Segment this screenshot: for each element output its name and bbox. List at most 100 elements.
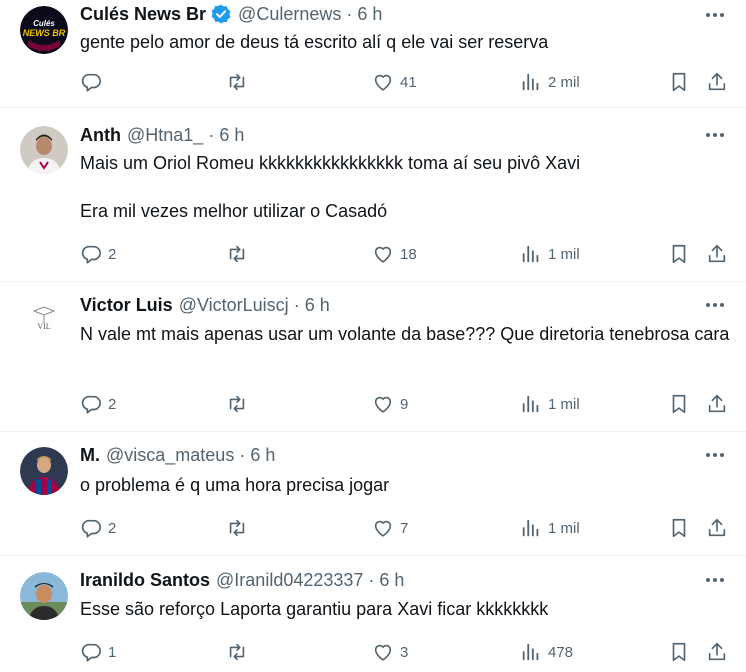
tweet[interactable]: Culés NEWS BR Culés News Br @Culernews ·… <box>0 0 746 108</box>
retweet-icon <box>229 245 245 263</box>
like-count: 41 <box>400 73 417 91</box>
like-count: 3 <box>400 643 409 661</box>
views-button[interactable]: 1 mil <box>520 243 580 265</box>
retweet-button[interactable] <box>226 641 254 663</box>
like-button[interactable]: 3 <box>372 641 408 663</box>
retweet-button[interactable] <box>226 243 254 265</box>
handle[interactable]: @Htna1_ <box>127 123 203 147</box>
like-count: 9 <box>400 395 409 413</box>
handle[interactable]: @VictorLuiscj <box>179 293 289 317</box>
separator-dot: · <box>293 295 300 315</box>
retweet-icon <box>229 395 245 413</box>
display-name[interactable]: Anth <box>80 123 121 147</box>
handle[interactable]: @Iranild04223337 <box>216 568 363 592</box>
retweet-icon <box>229 643 245 661</box>
views-button[interactable]: 2 mil <box>520 71 580 93</box>
like-button[interactable]: 18 <box>372 243 417 265</box>
views-chart-icon <box>522 245 539 263</box>
like-button[interactable]: 7 <box>372 517 408 539</box>
share-button[interactable] <box>706 243 728 265</box>
display-name[interactable]: M. <box>80 443 100 467</box>
timestamp[interactable]: 6 h <box>305 293 330 317</box>
timestamp[interactable]: 6 h <box>250 443 275 467</box>
share-icon <box>708 642 726 661</box>
display-name[interactable]: Culés News Br <box>80 2 206 26</box>
avatar[interactable] <box>20 126 68 174</box>
bookmark-button[interactable] <box>668 243 690 265</box>
timestamp[interactable]: 6 h <box>357 2 382 26</box>
reply-button[interactable]: 2 <box>80 393 116 415</box>
display-name[interactable]: Iranildo Santos <box>80 568 210 592</box>
tweet-paragraph: Mais um Oriol Romeu kkkkkkkkkkkkkkkk tom… <box>80 153 581 173</box>
like-button[interactable]: 41 <box>372 71 417 93</box>
tweet-text: Esse são reforço Laporta garantiu para X… <box>80 597 730 621</box>
more-options-icon[interactable] <box>704 4 726 26</box>
views-chart-icon <box>522 395 539 413</box>
tweet-header: Culés News Br @Culernews · 6 h <box>80 2 382 26</box>
share-button[interactable] <box>706 71 728 93</box>
more-options-icon[interactable] <box>704 444 726 466</box>
tweet-paragraph: gente pelo amor de deus tá escrito alí q… <box>80 32 549 52</box>
separator-dot: · <box>208 125 215 145</box>
timestamp[interactable]: 6 h <box>379 568 404 592</box>
timestamp[interactable]: 6 h <box>219 123 244 147</box>
reply-icon <box>81 519 101 538</box>
retweet-button[interactable] <box>226 393 254 415</box>
tweet-text: Mais um Oriol Romeu kkkkkkkkkkkkkkkk tom… <box>80 151 730 223</box>
reply-icon <box>81 245 101 264</box>
views-button[interactable]: 1 mil <box>520 517 580 539</box>
reply-button[interactable]: 1 <box>80 641 116 663</box>
tweet-paragraph: o problema é q uma hora precisa jogar <box>80 475 390 495</box>
avatar[interactable]: Culés NEWS BR <box>20 6 68 54</box>
like-count: 18 <box>400 245 417 263</box>
retweet-button[interactable] <box>226 517 254 539</box>
tweet-header: Victor Luis @VictorLuiscj · 6 h <box>80 293 330 317</box>
action-bar: 2 7 1 mil <box>80 516 728 540</box>
more-options-icon[interactable] <box>704 294 726 316</box>
tweet[interactable]: VIL Victor Luis @VictorLuiscj · 6 h N va… <box>0 282 746 432</box>
share-button[interactable] <box>706 641 728 663</box>
heart-icon <box>374 396 392 413</box>
bookmark-button[interactable] <box>668 71 690 93</box>
avatar[interactable]: VIL <box>20 297 68 345</box>
bookmark-button[interactable] <box>668 517 690 539</box>
view-count: 1 mil <box>548 245 580 263</box>
bookmark-icon <box>672 244 686 264</box>
reply-button[interactable]: 2 <box>80 243 116 265</box>
avatar[interactable] <box>20 447 68 495</box>
more-options-icon[interactable] <box>704 569 726 591</box>
tweet-paragraph: N vale mt mais apenas usar um volante da… <box>80 324 730 344</box>
heart-icon <box>374 74 392 91</box>
tweet[interactable]: Iranildo Santos @Iranild04223337 · 6 h E… <box>0 556 746 670</box>
tweet-paragraph: Era mil vezes melhor utilizar o Casadó <box>80 201 388 221</box>
action-bar: 41 2 mil <box>80 70 728 94</box>
views-button[interactable]: 1 mil <box>520 393 580 415</box>
reply-button[interactable] <box>80 71 108 93</box>
views-button[interactable]: 478 <box>520 641 573 663</box>
like-button[interactable]: 9 <box>372 393 408 415</box>
more-options-icon[interactable] <box>704 124 726 146</box>
share-icon <box>708 518 726 537</box>
share-button[interactable] <box>706 517 728 539</box>
share-icon <box>708 72 726 91</box>
tweet-text: gente pelo amor de deus tá escrito alí q… <box>80 30 730 54</box>
retweet-button[interactable] <box>226 71 254 93</box>
bookmark-button[interactable] <box>668 393 690 415</box>
tweet[interactable]: Anth @Htna1_ · 6 h Mais um Oriol Romeu k… <box>0 108 746 282</box>
avatar[interactable] <box>20 572 68 620</box>
svg-text:Culés: Culés <box>33 19 55 28</box>
handle[interactable]: @visca_mateus <box>106 443 234 467</box>
svg-text:NEWS BR: NEWS BR <box>23 28 66 38</box>
views-chart-icon <box>522 643 539 661</box>
reply-count: 2 <box>108 519 117 537</box>
svg-text:VIL: VIL <box>37 322 50 331</box>
bookmark-icon <box>672 642 686 662</box>
tweet[interactable]: M. @visca_mateus · 6 h o problema é q um… <box>0 432 746 556</box>
heart-icon <box>374 246 392 263</box>
reply-button[interactable]: 2 <box>80 517 116 539</box>
handle[interactable]: @Culernews <box>238 2 341 26</box>
bookmark-button[interactable] <box>668 641 690 663</box>
display-name[interactable]: Victor Luis <box>80 293 173 317</box>
share-button[interactable] <box>706 393 728 415</box>
reply-feed: Culés NEWS BR Culés News Br @Culernews ·… <box>0 0 746 670</box>
